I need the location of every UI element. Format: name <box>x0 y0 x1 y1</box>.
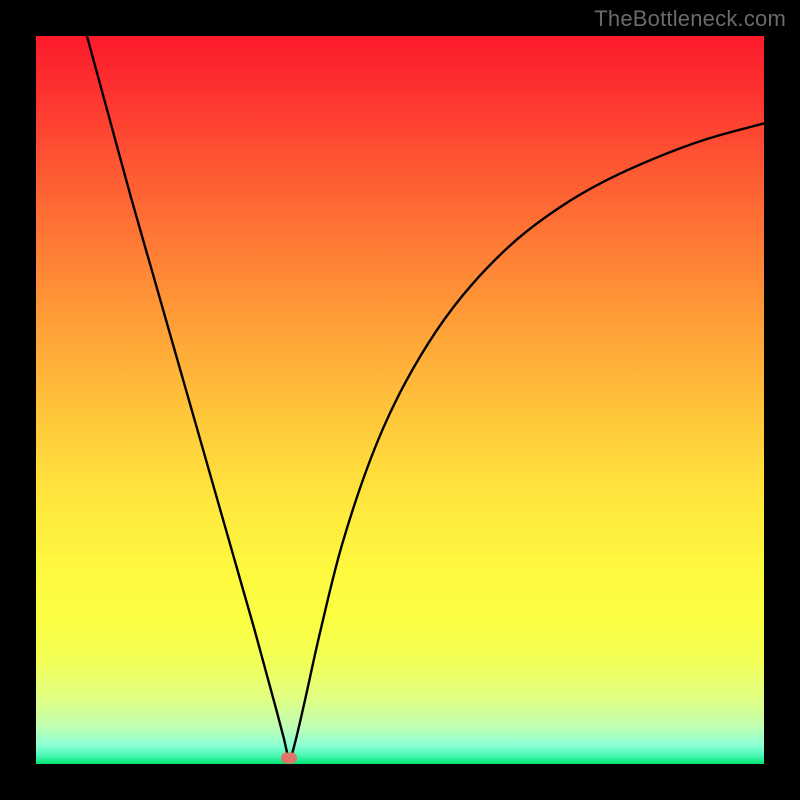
bottleneck-curve <box>36 36 764 764</box>
watermark-text: TheBottleneck.com <box>594 6 786 32</box>
plot-area <box>36 36 764 764</box>
optimal-point-marker <box>281 753 297 764</box>
chart-frame: TheBottleneck.com <box>0 0 800 800</box>
